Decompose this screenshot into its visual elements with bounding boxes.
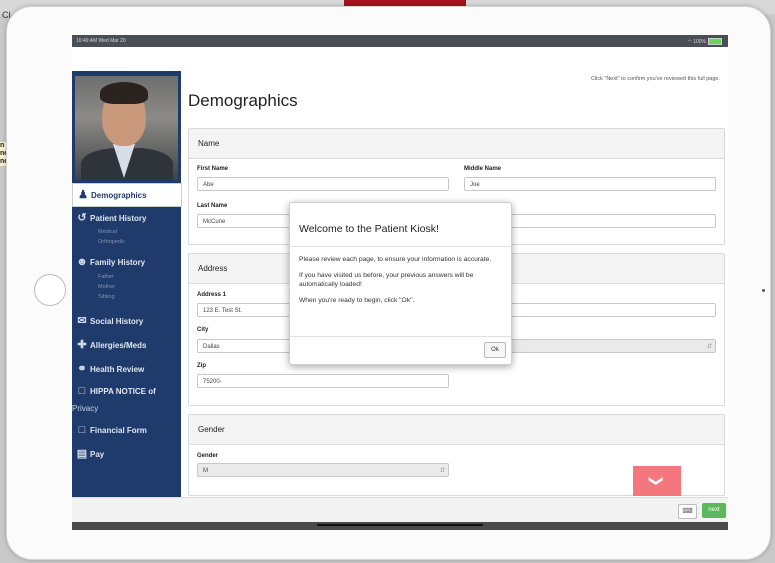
sidebar-item-family-history[interactable]: ☻ Family History bbox=[72, 256, 181, 268]
user-icon: ♟ bbox=[78, 189, 88, 201]
sidebar-item-label: Financial Form bbox=[90, 426, 147, 435]
modal-paragraph: When you're ready to begin, click "Ok". bbox=[299, 297, 415, 304]
stethoscope-icon: ⚭ bbox=[77, 363, 87, 375]
city-label: City bbox=[197, 327, 209, 333]
gender-value: M bbox=[203, 468, 208, 474]
history-icon: ↺ bbox=[77, 212, 87, 224]
modal-paragraph: If you have visited us before, your prev… bbox=[299, 272, 474, 288]
sidebar-item-health-review[interactable]: ⚭ Health Review bbox=[72, 362, 181, 375]
sidebar-item-allergies-meds[interactable]: ✚ Allergies/Meds bbox=[72, 338, 181, 351]
gender-panel-title: Gender bbox=[189, 415, 724, 445]
chat-icon: ✉ bbox=[77, 315, 87, 327]
ok-button[interactable]: Ok bbox=[484, 342, 506, 358]
home-indicator[interactable] bbox=[317, 524, 483, 526]
home-button[interactable] bbox=[34, 274, 66, 306]
pdf-icon: □ bbox=[78, 424, 86, 436]
sidebar-item-label: Demographics bbox=[91, 191, 147, 200]
keyboard-button[interactable]: ⌨ bbox=[678, 504, 697, 519]
sidebar-item-pay[interactable]: ▤ Pay bbox=[72, 447, 181, 460]
sidebar-item-label: Health Review bbox=[90, 365, 145, 374]
gender-label: Gender bbox=[197, 453, 219, 459]
sidebar-item-label: Family History bbox=[90, 258, 146, 267]
sidebar-item-social-history[interactable]: ✉ Social History bbox=[72, 314, 181, 327]
app-screen: 10:49 AM Wed Mar 20 ◠ 100% ♟ Demographics… bbox=[72, 35, 728, 530]
arrow-down-icon: ❯ bbox=[648, 475, 665, 487]
sidebar-item-hippa-notice[interactable]: □ HIPPA NOTICE of Privacy bbox=[72, 385, 181, 413]
camera-dot bbox=[762, 289, 765, 292]
status-time: 10:49 AM Wed Mar 20 bbox=[76, 38, 126, 44]
name-panel-title: Name bbox=[189, 129, 724, 159]
sidebar-item-label: Patient History bbox=[90, 214, 147, 223]
address1-label: Address 1 bbox=[197, 292, 227, 298]
scroll-down-button[interactable]: ❯ bbox=[633, 466, 681, 496]
patient-photo bbox=[75, 76, 178, 180]
ambulance-icon: ✚ bbox=[77, 339, 87, 351]
last-name-label: Last Name bbox=[197, 203, 228, 209]
credit-card-icon: ▤ bbox=[76, 448, 88, 460]
footer-bar: ⌨ next bbox=[72, 497, 728, 523]
sidebar-item-patient-history[interactable]: ↺ Patient History bbox=[72, 211, 181, 224]
sidebar-item-label: Pay bbox=[90, 450, 105, 459]
modal-paragraph: Please review each page, to ensure your … bbox=[299, 256, 492, 263]
page-title: Demographics bbox=[188, 91, 298, 110]
keyboard-icon: ⌨ bbox=[682, 508, 693, 515]
sidebar-sub-father[interactable]: Father bbox=[98, 274, 114, 280]
bottom-bar bbox=[72, 522, 728, 530]
battery-icon bbox=[708, 38, 722, 45]
sidebar-item-demographics[interactable]: ♟ Demographics bbox=[72, 183, 182, 207]
status-bar: 10:49 AM Wed Mar 20 ◠ 100% bbox=[72, 35, 728, 47]
sidebar-sub-orthopedic[interactable]: Orthopedic bbox=[98, 239, 125, 245]
zip-field[interactable]: 75200- bbox=[197, 374, 449, 388]
welcome-modal: Welcome to the Patient Kiosk! Please rev… bbox=[289, 202, 512, 365]
battery-indicator: ◠ 100% bbox=[687, 38, 722, 45]
sidebar-sub-sibling[interactable]: Sibling bbox=[98, 294, 115, 300]
middle-name-field[interactable]: Joe bbox=[464, 177, 716, 191]
modal-body: Please review each page, to ensure your … bbox=[299, 255, 504, 312]
review-notice: Click "Next" to confirm you've reviewed … bbox=[590, 76, 720, 82]
chevron-icon: ⇵ bbox=[439, 468, 445, 474]
modal-divider bbox=[290, 246, 511, 247]
zip-label: Zip bbox=[197, 363, 206, 369]
sidebar-item-label: Social History bbox=[90, 317, 144, 326]
battery-label: 100% bbox=[693, 38, 706, 45]
modal-title: Welcome to the Patient Kiosk! bbox=[299, 223, 439, 235]
sidebar-sub-mother[interactable]: Mother bbox=[98, 284, 115, 290]
sidebar-item-label-cont: Privacy bbox=[72, 404, 99, 413]
first-name-label: First Name bbox=[197, 166, 229, 172]
sidebar-item-financial-form[interactable]: □ Financial Form bbox=[72, 424, 181, 436]
gender-select[interactable]: M ⇵ bbox=[197, 463, 449, 477]
next-button[interactable]: next bbox=[702, 503, 726, 518]
middle-name-label: Middle Name bbox=[464, 166, 502, 172]
chevron-icon: ⇵ bbox=[706, 344, 712, 350]
modal-divider bbox=[290, 336, 511, 337]
sidebar-item-label: HIPPA NOTICE of bbox=[90, 387, 156, 396]
sidebar-item-label: Allergies/Meds bbox=[90, 341, 147, 350]
pdf-icon: □ bbox=[78, 385, 86, 397]
sidebar: ♟ Demographics ↺ Patient History Medical O… bbox=[72, 71, 182, 497]
first-name-field[interactable]: Abe bbox=[197, 177, 449, 191]
sidebar-sub-medical[interactable]: Medical bbox=[98, 229, 117, 235]
group-icon: ☻ bbox=[76, 256, 88, 268]
